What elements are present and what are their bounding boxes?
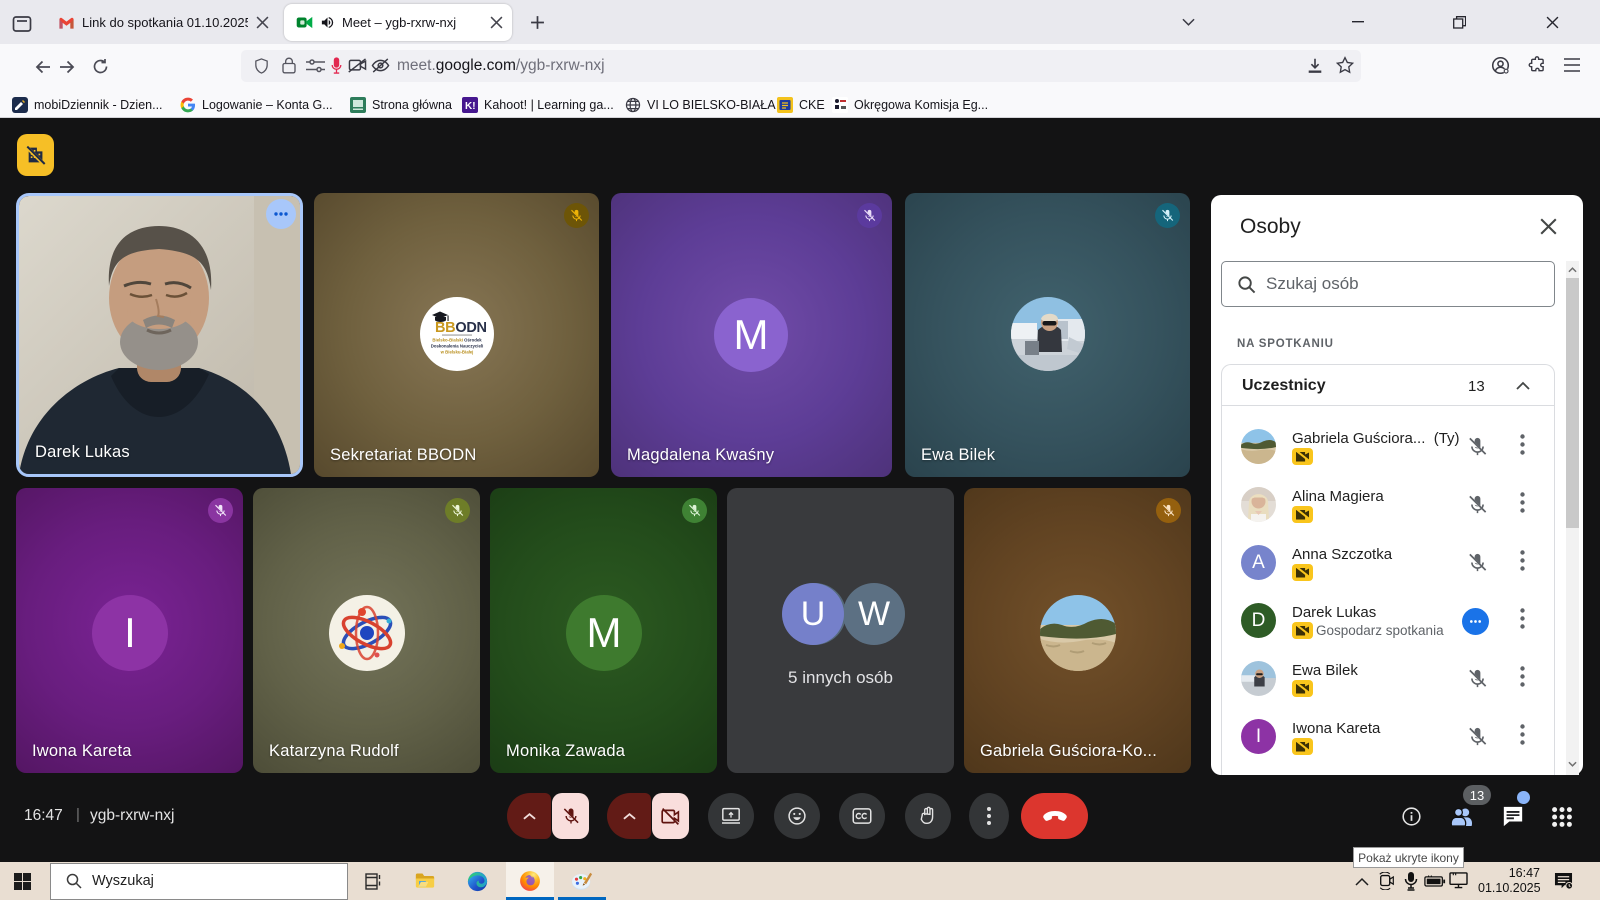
svg-text:w Bielsku-Białej: w Bielsku-Białej <box>440 350 474 355</box>
svg-text:Doskonalenia Nauczycieli: Doskonalenia Nauczycieli <box>431 344 484 349</box>
svg-text:BBODN: BBODN <box>435 320 487 336</box>
svg-text:K!: K! <box>465 101 476 112</box>
svg-text:Bielsko-Bialski Ośrodek: Bielsko-Bialski Ośrodek <box>432 338 482 343</box>
